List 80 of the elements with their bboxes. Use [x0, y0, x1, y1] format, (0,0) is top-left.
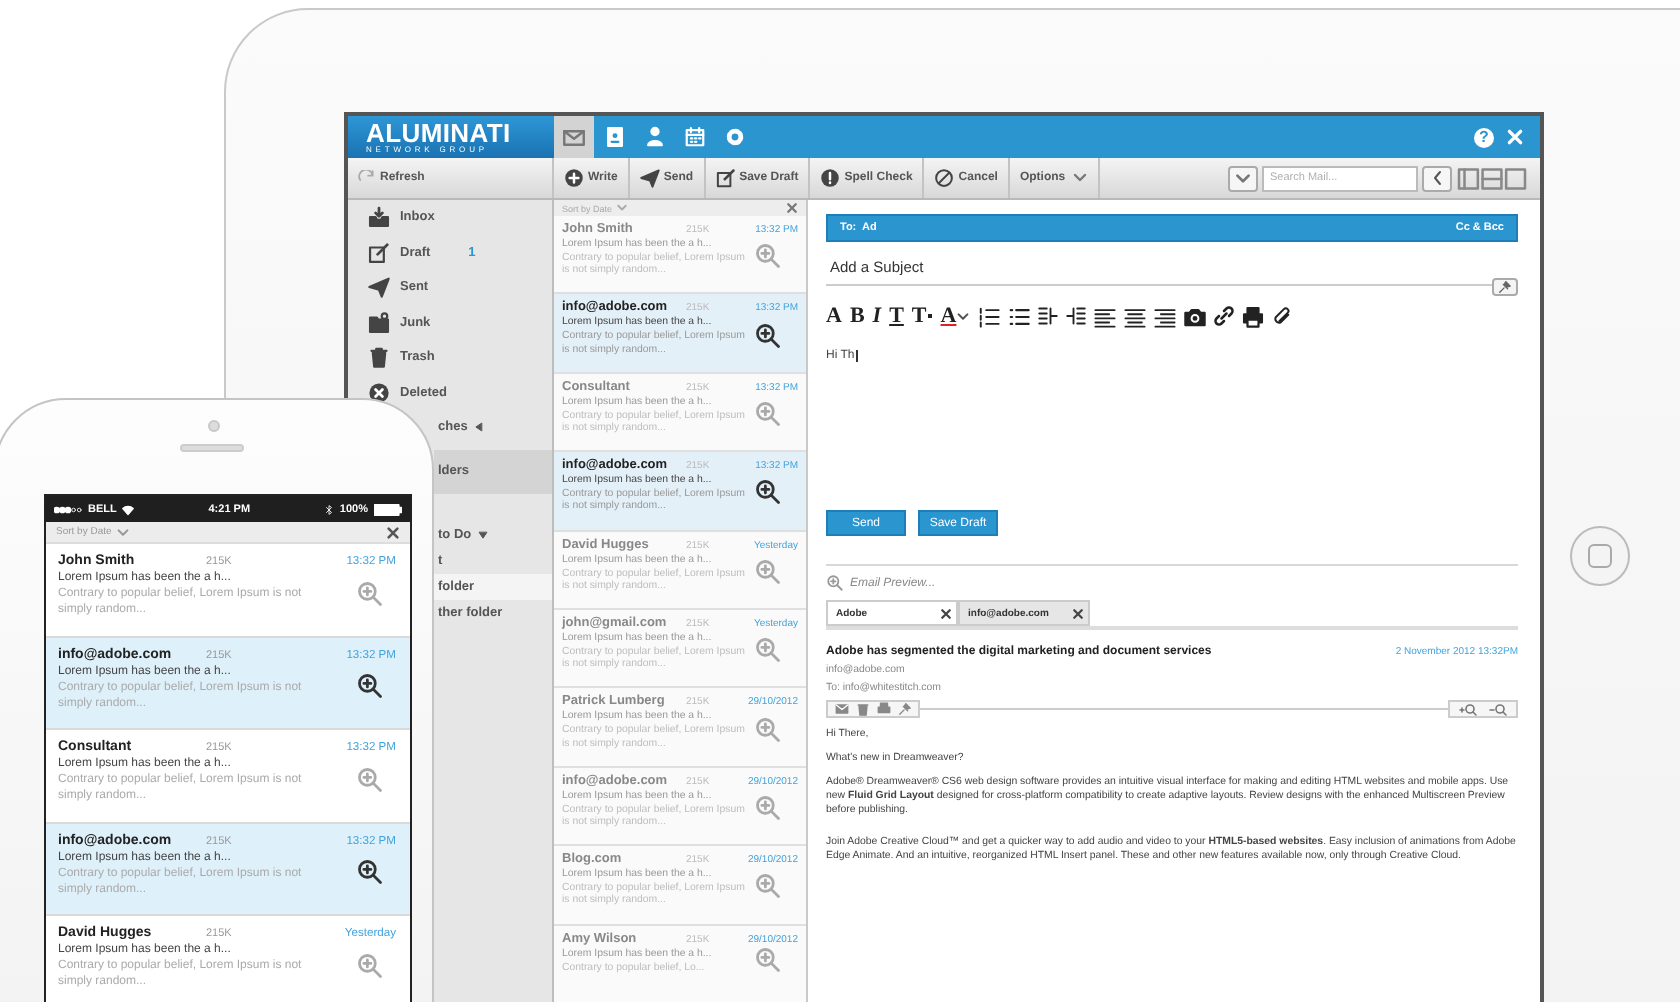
zoom-icon — [356, 672, 384, 700]
inbox-icon — [368, 206, 390, 229]
chevron-left-icon — [1429, 170, 1445, 186]
chevron-down-icon — [115, 525, 130, 539]
format-button[interactable]: B — [849, 305, 865, 327]
zoom-icon — [356, 765, 384, 793]
x-circle-icon — [368, 381, 390, 404]
close-icon — [786, 202, 798, 214]
format-button[interactable]: I — [872, 305, 882, 327]
signal-icon — [54, 505, 82, 513]
envelope-icon[interactable] — [834, 702, 850, 716]
align-left-icon — [1094, 305, 1117, 327]
trash-icon[interactable] — [856, 702, 870, 716]
trash-icon — [368, 346, 390, 369]
calendar-icon — [683, 126, 705, 148]
outdent-icon — [1066, 306, 1087, 326]
format-button[interactable]: A — [826, 305, 842, 327]
envelope-icon — [562, 125, 586, 149]
paperclip-icon — [1272, 306, 1293, 326]
close-icon — [940, 607, 952, 619]
zoom-icon — [826, 574, 844, 592]
format-button[interactable]: T — [911, 305, 933, 327]
caret-left-icon — [473, 422, 484, 433]
zoom-in-icon[interactable] — [1456, 701, 1480, 717]
align-right-icon — [1154, 305, 1177, 327]
zoom-out-icon[interactable] — [1486, 701, 1510, 717]
zoom-icon — [754, 557, 782, 586]
exclamation-circle-icon — [820, 168, 841, 188]
app-tab[interactable] — [554, 116, 594, 158]
close-icon — [386, 525, 400, 539]
pencil-square-icon — [368, 241, 390, 264]
zoom-icon — [754, 636, 782, 665]
bluetooth-icon — [323, 503, 334, 515]
prohibition-icon — [934, 168, 955, 188]
zoom-icon — [754, 321, 782, 350]
battery-icon — [374, 503, 402, 515]
pencil-square-icon — [715, 168, 736, 188]
pin-button[interactable] — [1492, 278, 1518, 296]
chevron-down-icon — [616, 202, 629, 214]
chevron-down-icon — [956, 309, 971, 323]
bullet-list-icon — [1008, 305, 1031, 327]
align-center-icon — [1124, 305, 1147, 327]
layout-icon[interactable] — [1456, 167, 1528, 189]
chevron-down-icon — [1234, 169, 1252, 187]
format-button[interactable]: A — [940, 305, 971, 327]
zoom-icon — [754, 242, 782, 271]
paper-plane-icon — [368, 276, 390, 299]
wifi-icon — [122, 503, 135, 515]
zoom-icon — [754, 715, 782, 744]
home-button[interactable] — [1570, 526, 1630, 586]
zoom-icon — [356, 951, 384, 979]
help-button[interactable]: ? — [1474, 127, 1494, 147]
caret-down-icon — [477, 529, 488, 539]
plus-circle-icon — [564, 168, 584, 188]
printer-icon — [1242, 305, 1265, 327]
zoom-icon — [754, 478, 782, 507]
zoom-icon — [356, 579, 384, 607]
back-button[interactable] — [1422, 165, 1452, 191]
indent-icon — [1038, 306, 1059, 326]
pin-icon — [1498, 280, 1512, 294]
zoom-icon — [754, 794, 782, 823]
camera-icon — [1184, 305, 1207, 327]
numbered-list-icon — [978, 305, 1001, 327]
close-icon — [1506, 128, 1524, 146]
close-icon — [1072, 607, 1084, 619]
pin-icon[interactable] — [898, 702, 912, 716]
zoom-icon — [754, 872, 782, 901]
address-book-icon — [603, 126, 625, 148]
refresh-icon — [358, 169, 376, 187]
zoom-icon — [754, 945, 782, 974]
zoom-icon — [754, 400, 782, 429]
folder-icon — [368, 311, 390, 334]
person-icon — [643, 126, 665, 148]
dropdown-button[interactable] — [1228, 165, 1258, 191]
link-icon — [1214, 306, 1235, 326]
printer-icon[interactable] — [876, 702, 892, 716]
chevron-down-icon — [1072, 170, 1089, 186]
format-button[interactable]: T — [889, 305, 904, 327]
zoom-icon — [356, 858, 384, 886]
paper-plane-icon — [639, 168, 660, 188]
